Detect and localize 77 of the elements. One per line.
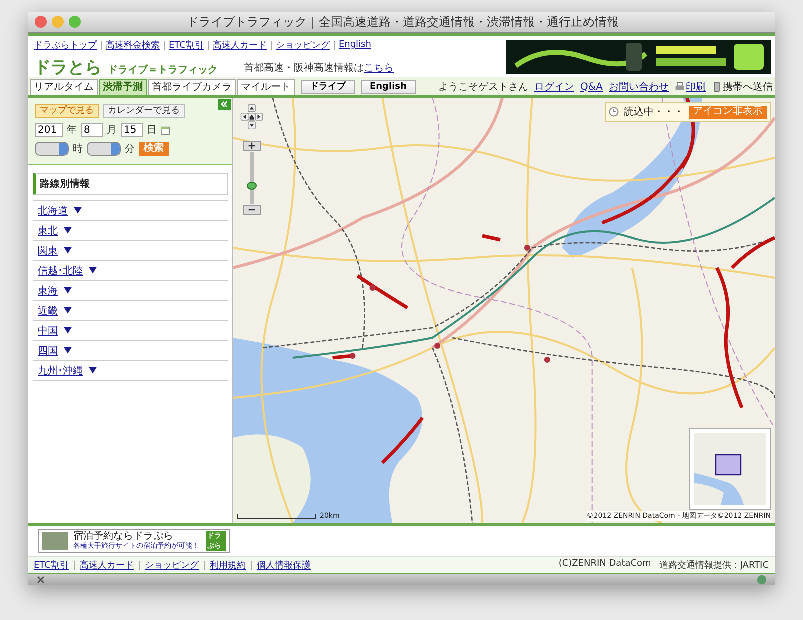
header-link[interactable]: Q&A <box>580 82 603 92</box>
double-chevron-icon <box>220 100 229 109</box>
zoom-out-button[interactable] <box>243 205 261 215</box>
view-button[interactable]: カレンダーで見る <box>103 104 185 118</box>
zoom-in-button[interactable] <box>243 141 261 151</box>
caret-icon[interactable] <box>74 207 82 214</box>
header-link[interactable]: お問い合わせ <box>609 80 669 94</box>
caret-icon[interactable] <box>64 347 72 354</box>
caret-icon[interactable] <box>64 227 72 234</box>
banner-ad-image[interactable] <box>506 40 771 74</box>
caret-icon[interactable] <box>89 367 97 374</box>
print-link[interactable]: 印刷 <box>686 80 706 94</box>
region-link[interactable]: 九州･沖縄 <box>38 364 83 378</box>
tab[interactable]: マイルート <box>237 79 295 95</box>
footer-link[interactable]: ETC割引 <box>34 558 69 572</box>
nav-link[interactable]: English <box>338 40 372 50</box>
footer-link[interactable]: 個人情報保護 <box>256 558 311 572</box>
plus-icon <box>248 142 256 150</box>
status-indicator-icon <box>757 574 767 584</box>
nav-link[interactable]: 高速人カード <box>212 38 267 52</box>
credit-text: (C)ZENRIN DataCom <box>558 558 652 570</box>
caret-icon[interactable] <box>64 247 72 254</box>
region-link[interactable]: 中国 <box>38 324 58 338</box>
collapse-button[interactable] <box>218 99 231 110</box>
notice-link[interactable]: こちら <box>364 62 394 74</box>
credit-text: 道路交通情報提供：JARTIC <box>659 560 769 572</box>
region-link[interactable]: 四国 <box>38 344 58 358</box>
send-to-mobile-link[interactable]: 携帯へ送信 <box>723 80 773 94</box>
caret-icon[interactable] <box>89 267 97 274</box>
footer-link[interactable]: ショッピング <box>144 558 199 572</box>
nav-link[interactable]: ドラぷらトップ <box>34 38 97 52</box>
unit-label: 月 <box>107 124 117 137</box>
ad-title: 宿泊予約ならドラぷら <box>74 531 175 542</box>
footer-link[interactable]: 利用規約 <box>210 558 246 572</box>
day-field[interactable]: 15 <box>121 123 143 137</box>
unit-label: 年 <box>67 124 77 137</box>
nav-link[interactable]: 高速料金検索 <box>106 38 160 52</box>
zoom-slider[interactable] <box>250 152 254 204</box>
view-button[interactable]: マップで見る <box>35 104 99 118</box>
region-link[interactable]: 東海 <box>38 284 58 298</box>
region-link[interactable]: 北海道 <box>38 204 68 218</box>
year-field[interactable]: 201 <box>35 123 63 137</box>
loading-text: 読込中・・・ <box>624 106 684 119</box>
printer-icon <box>675 82 685 92</box>
footer-link[interactable]: 高速人カード <box>80 558 134 572</box>
hour-select[interactable] <box>35 142 69 156</box>
phone-icon <box>712 82 722 92</box>
nav-link[interactable]: ショッピング <box>276 38 330 52</box>
notice-text: 首都高速・阪神高速情報はこちら <box>244 62 394 74</box>
site-logo[interactable]: ドラとら ドライブ＝トラフィック <box>34 56 218 79</box>
mode-button[interactable]: ドライブ <box>301 80 355 94</box>
caret-icon[interactable] <box>64 327 72 334</box>
region-link[interactable]: 信越･北陸 <box>38 264 83 278</box>
tab[interactable]: 首都ライブカメラ <box>148 79 236 95</box>
region-link[interactable]: 関東 <box>38 244 58 258</box>
unit-label: 日 <box>147 124 157 137</box>
clock-icon <box>609 107 619 117</box>
caret-icon[interactable] <box>64 307 72 314</box>
photo-placeholder <box>42 532 68 550</box>
header-link[interactable]: ログイン <box>534 80 574 94</box>
region-link[interactable]: 近畿 <box>38 304 58 318</box>
unit-label: 分 <box>125 143 135 156</box>
tab[interactable]: 渋滞予測 <box>99 79 147 95</box>
nav-link[interactable]: ETC割引 <box>169 38 204 52</box>
month-field[interactable]: 8 <box>81 123 103 137</box>
close-icon[interactable] <box>36 574 46 584</box>
unit-label: 時 <box>73 142 83 156</box>
mode-button[interactable]: English <box>361 80 416 94</box>
section-header: 路線別情報 <box>33 173 228 195</box>
minute-select[interactable] <box>87 142 121 156</box>
calendar-icon[interactable] <box>161 126 170 134</box>
region-link[interactable]: 東北 <box>38 224 58 238</box>
greeting-text: ようこそゲストさん <box>438 81 528 94</box>
window-title: ドライブトラフィック｜全国高速道路・道路交通情報・渋滞情報・通行止め情報 <box>186 14 620 30</box>
tab[interactable]: リアルタイム <box>30 79 98 95</box>
close-button[interactable] <box>35 16 47 28</box>
caret-icon[interactable] <box>64 287 72 294</box>
